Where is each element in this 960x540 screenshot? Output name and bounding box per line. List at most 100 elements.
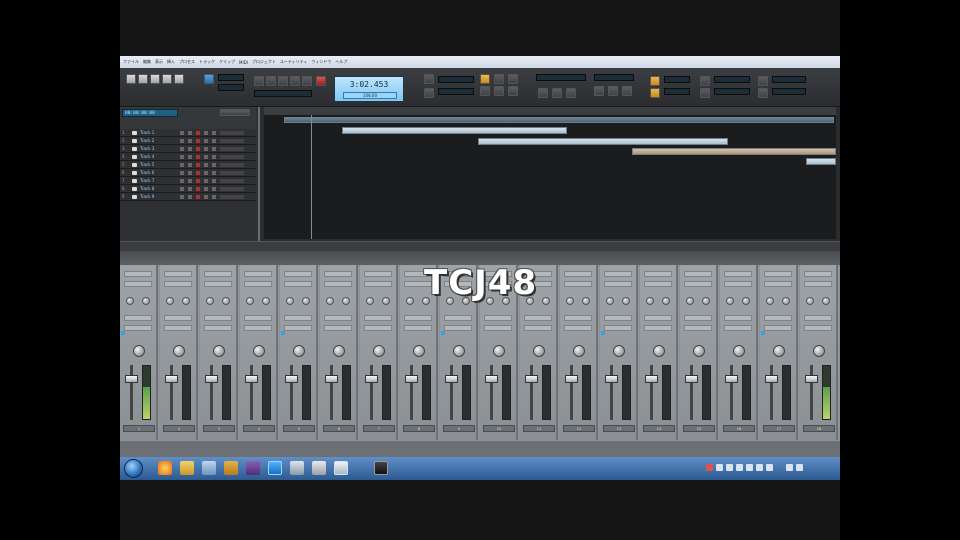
record-button[interactable]: [316, 76, 326, 86]
solo-button[interactable]: [188, 171, 192, 175]
strip-name[interactable]: 16: [723, 425, 755, 432]
fx-slot[interactable]: [724, 271, 752, 277]
position-lcd[interactable]: 00:00:00:00: [122, 109, 178, 117]
menu-item[interactable]: ファイル: [123, 59, 139, 65]
arm-button[interactable]: [196, 187, 200, 191]
input-slot[interactable]: [684, 315, 712, 321]
input-echo-button[interactable]: [204, 179, 208, 183]
output-slot[interactable]: [724, 325, 752, 331]
track-fx-button[interactable]: [212, 147, 216, 151]
network-icon[interactable]: [786, 464, 793, 471]
zoom-in-button[interactable]: [700, 76, 710, 86]
track-row[interactable]: 7 Track 7: [120, 177, 256, 185]
input-slot[interactable]: [564, 315, 592, 321]
fx-slot[interactable]: [124, 281, 152, 287]
app-icon-4[interactable]: [290, 461, 304, 475]
sync-c-button[interactable]: [622, 86, 632, 96]
metronome2-button[interactable]: [650, 88, 660, 98]
fx-slot[interactable]: [804, 281, 832, 287]
fx-slot[interactable]: [684, 281, 712, 287]
input-slot[interactable]: [484, 315, 512, 321]
track-name[interactable]: Track 1: [140, 130, 154, 135]
solo-button[interactable]: [188, 163, 192, 167]
strip-name[interactable]: 15: [683, 425, 715, 432]
output-slot[interactable]: [564, 325, 592, 331]
mute-button[interactable]: [180, 155, 184, 159]
fx-slot[interactable]: [324, 271, 352, 277]
volume-fader[interactable]: [365, 375, 378, 383]
app-icon-2[interactable]: [224, 461, 238, 475]
volume-fader[interactable]: [125, 375, 138, 383]
loop-start-lcd[interactable]: [438, 76, 474, 83]
tray-icon-4[interactable]: [746, 464, 753, 471]
track-name[interactable]: Track 3: [140, 146, 154, 151]
fx-slot[interactable]: [644, 281, 672, 287]
pan-knob[interactable]: [573, 345, 585, 357]
mute-button[interactable]: [180, 139, 184, 143]
output-slot[interactable]: [604, 325, 632, 331]
output-slot[interactable]: [244, 325, 272, 331]
media-player-icon[interactable]: [268, 461, 282, 475]
fx-slot[interactable]: [284, 281, 312, 287]
volume-fader[interactable]: [285, 375, 298, 383]
fx-slot[interactable]: [244, 271, 272, 277]
send-knob[interactable]: [622, 297, 630, 305]
fx-slot[interactable]: [564, 271, 592, 277]
mixer-scrollbar[interactable]: [120, 441, 840, 457]
fx-slot[interactable]: [564, 281, 592, 287]
pan-knob[interactable]: [693, 345, 705, 357]
pan-knob[interactable]: [813, 345, 825, 357]
snap-button[interactable]: [204, 74, 214, 84]
input-slot[interactable]: [364, 315, 392, 321]
strip-name[interactable]: 3: [203, 425, 235, 432]
menu-item[interactable]: ユーティリティ: [280, 59, 308, 65]
pan-knob[interactable]: [533, 345, 545, 357]
fx-slot[interactable]: [284, 271, 312, 277]
solo-button[interactable]: [188, 139, 192, 143]
send-knob[interactable]: [366, 297, 374, 305]
arm-button[interactable]: [196, 171, 200, 175]
pan-knob[interactable]: [253, 345, 265, 357]
mute-button[interactable]: [180, 179, 184, 183]
playhead[interactable]: [311, 115, 312, 239]
input-slot[interactable]: [764, 315, 792, 321]
input-slot[interactable]: [524, 315, 552, 321]
menu-item[interactable]: 編集: [143, 59, 151, 65]
input-echo-button[interactable]: [204, 131, 208, 135]
tool-mute-button[interactable]: [174, 74, 184, 84]
solo-button[interactable]: [188, 195, 192, 199]
send-knob[interactable]: [726, 297, 734, 305]
send-knob[interactable]: [326, 297, 334, 305]
input-slot[interactable]: [164, 315, 192, 321]
marker2-button[interactable]: [424, 88, 434, 98]
menu-item[interactable]: トラック: [199, 59, 215, 65]
arm-button[interactable]: [196, 195, 200, 199]
metronome-button[interactable]: [650, 76, 660, 86]
menu-item[interactable]: プロセス: [179, 59, 195, 65]
track-name[interactable]: Track 4: [140, 154, 154, 159]
app-icon-5[interactable]: [312, 461, 326, 475]
rewind-button[interactable]: [254, 76, 264, 86]
output-slot[interactable]: [164, 325, 192, 331]
output-slot[interactable]: [484, 325, 512, 331]
strip-name[interactable]: 2: [163, 425, 195, 432]
track-name[interactable]: Track 7: [140, 178, 154, 183]
pan-knob[interactable]: [453, 345, 465, 357]
clip-1[interactable]: [342, 127, 567, 134]
input-echo-button[interactable]: [204, 171, 208, 175]
stop-button[interactable]: [266, 76, 276, 86]
strip-name[interactable]: 13: [603, 425, 635, 432]
auto2-button[interactable]: [494, 86, 504, 96]
output-slot[interactable]: [324, 325, 352, 331]
input-slot[interactable]: [244, 315, 272, 321]
strip-name[interactable]: 6: [323, 425, 355, 432]
send-knob[interactable]: [566, 297, 574, 305]
input-slot[interactable]: [124, 315, 152, 321]
pan-knob[interactable]: [293, 345, 305, 357]
fx-slot[interactable]: [204, 281, 232, 287]
mix-c-button[interactable]: [566, 88, 576, 98]
strip-name[interactable]: 11: [523, 425, 555, 432]
zoom-out-button[interactable]: [700, 88, 710, 98]
window-button[interactable]: [758, 76, 768, 86]
pan-knob[interactable]: [613, 345, 625, 357]
